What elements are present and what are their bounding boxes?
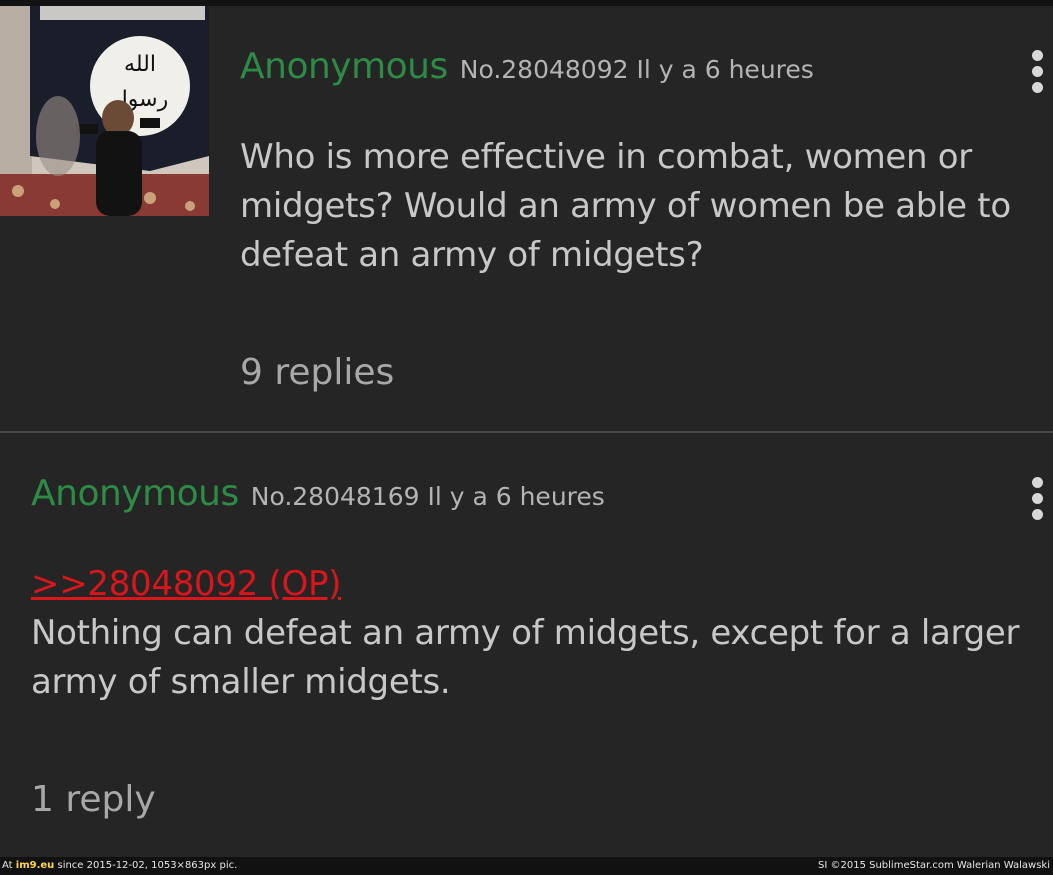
post-header: Anonymous No.28048169 Il y a 6 heures <box>31 473 605 514</box>
post-meta: No.28048169 Il y a 6 heures <box>250 482 605 511</box>
thumbnail-image: الله رسول <box>0 6 209 216</box>
footer-site-link[interactable]: im9.eu <box>16 860 55 871</box>
replies-count[interactable]: 1 reply <box>31 779 156 820</box>
post-header: Anonymous No.28048092 Il y a 6 heures <box>240 46 814 87</box>
post-thumbnail[interactable]: الله رسول <box>0 6 209 216</box>
replies-count[interactable]: 9 replies <box>240 352 394 393</box>
overflow-menu-icon[interactable] <box>1030 50 1044 94</box>
poster-name: Anonymous <box>240 46 448 87</box>
footer-right: SI ©2015 SublimeStar.com Walerian Walaws… <box>818 860 1050 871</box>
quote-link[interactable]: >>28048092 (OP) <box>31 560 1041 609</box>
svg-text:الله: الله <box>124 52 156 77</box>
poster-name: Anonymous <box>31 473 239 514</box>
post-meta: No.28048092 Il y a 6 heures <box>459 55 814 84</box>
post-text: Nothing can defeat an army of midgets, e… <box>31 613 1020 702</box>
watermark-footer: At im9.eu since 2015-12-02, 1053×863px p… <box>0 857 1053 875</box>
footer-left: At im9.eu since 2015-12-02, 1053×863px p… <box>2 860 238 871</box>
post-text: Who is more effective in combat, women o… <box>240 137 1011 275</box>
post-reply: Anonymous No.28048169 Il y a 6 heures >>2… <box>0 433 1053 857</box>
post-op: الله رسول Anonymous No.28048092 Il y a 6 … <box>0 6 1053 431</box>
overflow-menu-icon[interactable] <box>1030 477 1044 521</box>
post-body: >>28048092 (OP) Nothing can defeat an ar… <box>31 560 1041 707</box>
